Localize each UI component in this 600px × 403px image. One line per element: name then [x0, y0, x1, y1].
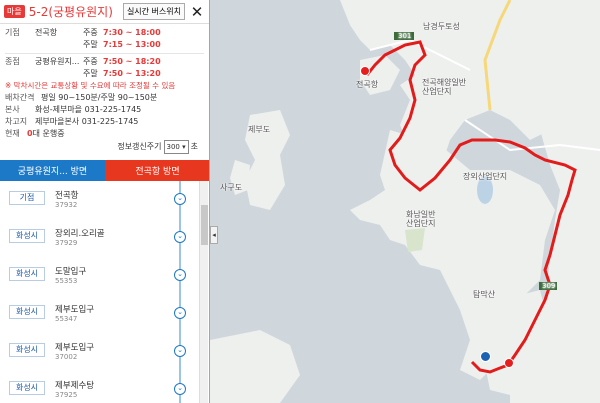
- current-row: 현재 0 대 운행중: [5, 128, 204, 140]
- interval-label: 배차간격: [5, 93, 35, 102]
- route-info-panel: 마을 5-2(궁평유원지) 실시간 버스위치 ✕ 기점 전곡항 주중 7:30 …: [0, 0, 210, 403]
- refresh-row: 정보갱신주기 300 ▾ 초: [5, 140, 204, 154]
- map-label-sagu: 사구도: [220, 183, 243, 192]
- route-title: 5-2(궁평유원지): [28, 5, 113, 19]
- current-label: 현재: [5, 129, 20, 138]
- refresh-label: 정보갱신주기: [117, 142, 162, 151]
- map-label-namyang: 남경두토성: [423, 22, 460, 31]
- refresh-select[interactable]: 300 ▾: [163, 140, 189, 154]
- office-value: 화성-제부마을 031-225-1745: [35, 105, 142, 114]
- direction-tabs: 궁평유원지... 방면 전곡항 방면: [0, 160, 209, 181]
- stop-name: 제부도입구: [55, 343, 95, 353]
- stop-area-badge: 기점: [9, 191, 45, 205]
- scrollbar-thumb[interactable]: [201, 205, 208, 245]
- tab-direction-1[interactable]: 궁평유원지... 방면: [0, 160, 105, 181]
- stop-name: 제부도입구: [55, 305, 95, 315]
- dest-weekend-time: 7:50 ~ 13:20: [103, 69, 161, 78]
- dest-label: 종점: [5, 57, 20, 66]
- stop-item[interactable]: 기점 전곡항 37932 ⌄: [0, 181, 200, 217]
- stop-area-badge: 화성시: [9, 381, 45, 395]
- stop-id: 55347: [55, 315, 78, 323]
- map-road-301: 301: [398, 32, 412, 40]
- weekday-label: 주중: [83, 28, 98, 37]
- stop-name: 장외리.오리골: [55, 229, 105, 239]
- end-stop-marker[interactable]: [504, 358, 514, 368]
- office-label: 본사: [5, 105, 20, 114]
- origin-weekday-time: 7:30 ~ 18:00: [103, 28, 161, 37]
- stop-item[interactable]: 화성시 장외리.오리골 37929 ⌄: [0, 219, 200, 255]
- tab-direction-2[interactable]: 전곡항 방면: [105, 160, 209, 181]
- map-road-309: 309: [542, 282, 556, 290]
- origin-weekend-row: 주말 7:15 ~ 13:00: [5, 39, 204, 51]
- stop-name: 제부제수탕: [55, 381, 95, 391]
- dest-weekday-label: 주중: [83, 57, 98, 66]
- office-row: 본사 화성-제부마을 031-225-1745: [5, 104, 204, 116]
- route-map[interactable]: 301 309 남경두토성 전곡항 전곡해양일반 산업단지 제부도 사구도 장외…: [210, 0, 600, 403]
- chevron-down-icon: ⌄: [174, 383, 186, 395]
- stop-id: 37929: [55, 239, 78, 247]
- collapse-panel-button[interactable]: ◂: [210, 226, 218, 244]
- chevron-down-icon: ⌄: [174, 345, 186, 357]
- stop-id: 37925: [55, 391, 78, 399]
- bus-stop-marker[interactable]: [480, 351, 491, 362]
- stop-list-scrollbar[interactable]: [199, 181, 208, 403]
- stop-list[interactable]: 기점 전곡항 37932 ⌄ 화성시 장외리.오리골 37929 ⌄ 화성시 도…: [0, 181, 209, 403]
- stop-item[interactable]: 화성시 제부제수탕 37925 ⌄: [0, 371, 200, 403]
- garage-row: 차고지 제부마을본사 031-225-1745: [5, 116, 204, 128]
- map-label-jeongok: 전곡항: [356, 80, 379, 89]
- map-label-jebu: 제부도: [248, 125, 271, 134]
- dest-weekend-label: 주말: [83, 69, 98, 78]
- chevron-down-icon: ⌄: [174, 231, 186, 243]
- origin-row: 기점 전곡항 주중 7:30 ~ 18:00: [5, 27, 204, 39]
- realtime-bus-button[interactable]: 실시간 버스위치: [122, 3, 185, 20]
- stop-id: 55353: [55, 277, 78, 285]
- map-label-jangan: 장외산업단지: [463, 172, 508, 181]
- interval-row: 배차간격 평일 90~150분/주말 90~150분: [5, 92, 204, 104]
- stop-item[interactable]: 화성시 제부도입구 37002 ⌄: [0, 333, 200, 369]
- garage-value: 제부마을본사 031-225-1745: [35, 117, 139, 126]
- stop-name: 도말입구: [55, 267, 87, 277]
- map-label-hwaseong: 화남일반 산업단지: [406, 210, 436, 228]
- close-icon[interactable]: ✕: [189, 3, 205, 21]
- route-type-badge: 마을: [4, 5, 25, 18]
- weekend-label: 주말: [83, 40, 98, 49]
- chevron-down-icon: ⌄: [174, 307, 186, 319]
- stop-area-badge: 화성시: [9, 229, 45, 243]
- stop-item[interactable]: 화성시 도말입구 55353 ⌄: [0, 257, 200, 293]
- map-label-tangmak: 탐막산: [473, 290, 496, 299]
- origin-weekend-time: 7:15 ~ 13:00: [103, 40, 161, 49]
- garage-label: 차고지: [5, 117, 28, 126]
- app: 301 309 남경두토성 전곡항 전곡해양일반 산업단지 제부도 사구도 장외…: [0, 0, 600, 403]
- stop-area-badge: 화성시: [9, 305, 45, 319]
- stop-area-badge: 화성시: [9, 267, 45, 281]
- stop-item[interactable]: 화성시 제부도입구 55347 ⌄: [0, 295, 200, 331]
- route-info: 기점 전곡항 주중 7:30 ~ 18:00 주말 7:15 ~ 13:00 종…: [0, 24, 209, 154]
- refresh-unit: 초: [190, 142, 198, 151]
- refresh-value: 300: [166, 143, 180, 151]
- stop-area-badge: 화성시: [9, 343, 45, 357]
- start-stop-marker[interactable]: [360, 66, 370, 76]
- origin-value: 전곡항: [35, 28, 58, 37]
- map-canvas[interactable]: [210, 0, 600, 403]
- panel-header: 마을 5-2(궁평유원지) 실시간 버스위치 ✕: [0, 0, 209, 24]
- notice-text: ※ 막차시간은 교통상황 및 수요에 따라 조정될 수 있음: [5, 81, 176, 90]
- origin-label: 기점: [5, 28, 20, 37]
- stop-id: 37002: [55, 353, 78, 361]
- dest-value: 궁평유원지...: [35, 57, 80, 66]
- interval-value: 평일 90~150분/주말 90~150분: [41, 93, 158, 102]
- dest-weekday-time: 7:50 ~ 18:20: [103, 57, 161, 66]
- chevron-down-icon: ⌄: [174, 193, 186, 205]
- stop-id: 37932: [55, 201, 78, 209]
- chevron-down-icon: ⌄: [174, 269, 186, 281]
- current-suffix: 대 운행중: [32, 129, 65, 138]
- map-label-jeongok-ind: 전곡해양일반 산업단지: [422, 78, 467, 96]
- dest-row: 종점 궁평유원지... 주중 7:50 ~ 18:20: [5, 56, 204, 68]
- dest-weekend-row: 주말 7:50 ~ 13:20: [5, 68, 204, 80]
- stop-name: 전곡항: [55, 191, 79, 201]
